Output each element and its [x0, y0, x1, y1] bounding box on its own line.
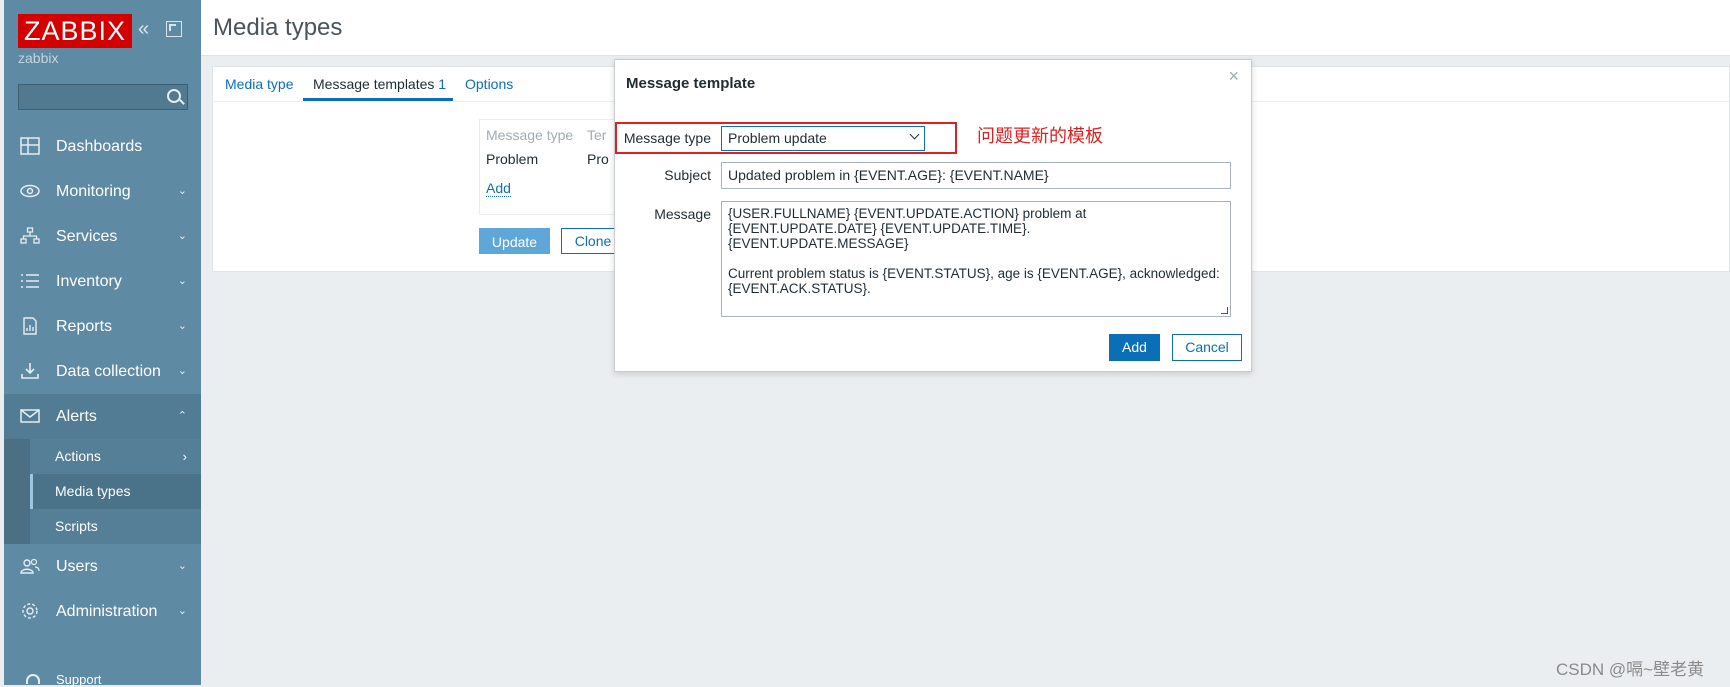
message-text: {USER.FULLNAME} {EVENT.UPDATE.ACTION} pr… — [728, 206, 1220, 296]
menu-item-monitoring[interactable]: Monitoring ⌄ — [4, 169, 201, 214]
menu-item-inventory[interactable]: Inventory ⌄ — [4, 259, 201, 304]
menu-label: Alerts — [56, 408, 97, 425]
envelope-icon — [20, 409, 40, 423]
submenu-label: Scripts — [55, 518, 98, 534]
users-icon — [20, 558, 40, 574]
chevron-down-icon: ⌄ — [177, 560, 187, 572]
subject-input[interactable]: Updated problem in {EVENT.AGE}: {EVENT.N… — [721, 162, 1231, 189]
collapse-sidebar-icon[interactable]: « — [138, 18, 149, 41]
menu-label: Inventory — [56, 273, 122, 290]
menu-label: Administration — [56, 603, 158, 620]
submenu-label: Media types — [55, 483, 131, 499]
close-icon[interactable]: × — [1228, 66, 1239, 87]
table-cell: Pro — [587, 151, 609, 167]
submenu-item-actions[interactable]: Actions › — [30, 439, 201, 474]
subject-label: Subject — [664, 167, 711, 183]
sidebar: ZABBIX « zabbix Dashboards Monitoring ⌄ … — [4, 0, 201, 687]
message-type-label: Message type — [623, 130, 711, 146]
main-menu: Dashboards Monitoring ⌄ Services ⌄ Inven… — [4, 124, 201, 634]
menu-item-data-collection[interactable]: Data collection ⌄ — [4, 349, 201, 394]
message-textarea[interactable]: {USER.FULLNAME} {EVENT.UPDATE.ACTION} pr… — [721, 201, 1231, 317]
chevron-down-icon: ⌄ — [177, 275, 187, 287]
menu-item-administration[interactable]: Administration ⌄ — [4, 589, 201, 634]
kiosk-mode-icon[interactable] — [166, 21, 182, 37]
headset-icon — [26, 674, 40, 684]
cancel-button[interactable]: Cancel — [1172, 334, 1242, 361]
menu-label: Monitoring — [56, 183, 131, 200]
submenu-label: Actions — [55, 448, 101, 464]
tab-options[interactable]: Options — [465, 76, 513, 92]
zabbix-logo[interactable]: ZABBIX — [18, 14, 133, 48]
tab-label: Message templates — [313, 76, 435, 92]
menu-label: Services — [56, 228, 118, 245]
alerts-submenu: Actions › Media types Scripts — [4, 439, 201, 544]
sidebar-search-input[interactable] — [18, 84, 188, 110]
submenu-item-media-types[interactable]: Media types — [30, 474, 201, 509]
menu-label: Users — [56, 558, 98, 575]
active-tab-indicator — [303, 98, 453, 101]
search-icon[interactable] — [167, 89, 181, 103]
resize-handle[interactable] — [1221, 307, 1228, 314]
table-cell: Problem — [486, 151, 539, 167]
chevron-down-icon: ⌄ — [177, 365, 187, 377]
watermark: CSDN @嗝~壁老黄 — [1556, 660, 1705, 679]
menu-item-dashboards[interactable]: Dashboards — [4, 124, 201, 169]
chevron-down-icon — [909, 129, 920, 140]
dialog-title: Message template — [626, 75, 756, 92]
message-label: Message — [654, 206, 711, 222]
chevron-down-icon: ⌄ — [177, 320, 187, 332]
page-title: Media types — [213, 14, 343, 41]
message-templates-table: Message type Ter Problem Pro Add — [479, 119, 629, 215]
header-bar — [201, 0, 1730, 56]
tab-count: 1 — [438, 76, 447, 92]
menu-item-reports[interactable]: Reports ⌄ — [4, 304, 201, 349]
menu-label: Reports — [56, 318, 113, 335]
services-icon — [20, 227, 40, 244]
dashboard-icon — [20, 137, 40, 155]
tab-message-templates[interactable]: Message templates 1 — [313, 76, 446, 92]
red-annotation-text: 问题更新的模板 — [977, 126, 1103, 146]
column-header-message-type: Message type — [486, 127, 574, 143]
add-button[interactable]: Add — [1109, 334, 1160, 361]
message-template-dialog: Message template × Message type Problem … — [614, 59, 1252, 372]
gear-icon — [22, 603, 38, 619]
report-icon — [23, 317, 37, 335]
submenu-item-scripts[interactable]: Scripts — [30, 509, 201, 544]
menu-label: Dashboards — [56, 138, 143, 155]
menu-item-users[interactable]: Users ⌄ — [4, 544, 201, 589]
chevron-right-icon: › — [182, 449, 187, 464]
server-name: zabbix — [18, 50, 59, 66]
update-button[interactable]: Update — [479, 228, 550, 254]
chevron-down-icon: ⌄ — [177, 185, 187, 197]
tab-media-type[interactable]: Media type — [225, 76, 293, 92]
list-icon — [21, 274, 39, 288]
message-type-select[interactable]: Problem update — [721, 126, 925, 151]
chevron-up-icon: ⌃ — [177, 410, 187, 422]
menu-label: Data collection — [56, 363, 161, 380]
menu-item-services[interactable]: Services ⌄ — [4, 214, 201, 259]
chevron-down-icon: ⌄ — [177, 230, 187, 242]
menu-item-alerts[interactable]: Alerts ⌃ — [4, 394, 201, 439]
eye-icon — [20, 184, 40, 198]
column-header-template: Ter — [587, 127, 607, 143]
chevron-down-icon: ⌄ — [177, 605, 187, 617]
download-icon — [21, 363, 39, 379]
select-value: Problem update — [728, 130, 827, 146]
add-template-link[interactable]: Add — [486, 180, 511, 197]
